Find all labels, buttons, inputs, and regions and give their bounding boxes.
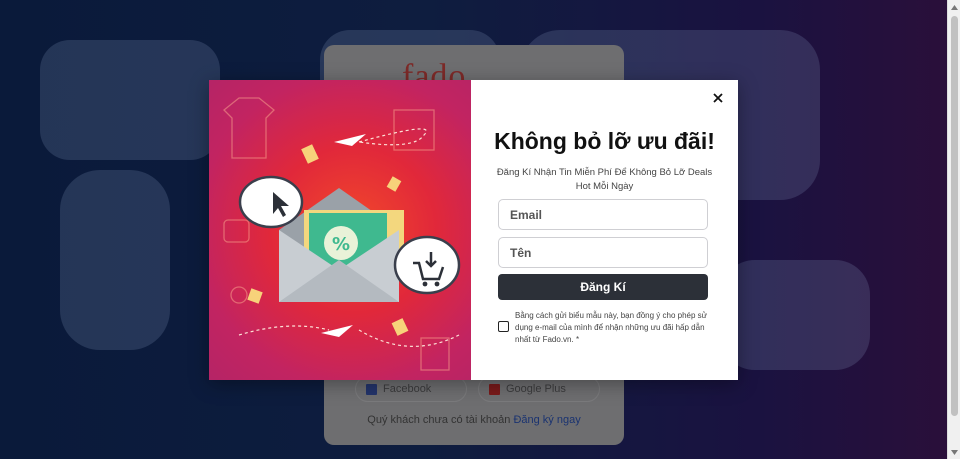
email-field[interactable]	[498, 199, 708, 230]
chevron-down-icon	[951, 449, 958, 455]
modal-subtitle: Đăng Kí Nhận Tin Miễn Phí Để Không Bỏ Lỡ…	[496, 167, 713, 192]
consent-checkbox[interactable]	[498, 321, 509, 332]
scroll-up-button[interactable]	[948, 0, 960, 14]
close-button[interactable]	[710, 90, 726, 106]
consent-text: Bằng cách gửi biểu mẫu này, bạn đồng ý c…	[515, 311, 708, 344]
chevron-up-icon	[951, 4, 958, 10]
envelope-illustration: %	[223, 97, 461, 371]
name-field[interactable]	[498, 237, 708, 268]
scroll-thumb[interactable]	[951, 16, 958, 416]
newsletter-modal: % Không bỏ lỡ ưu đãi! Đăng Kí Nhận Tin M…	[209, 80, 738, 380]
scroll-down-button[interactable]	[948, 445, 960, 459]
close-icon	[713, 93, 723, 103]
modal-title: Không bỏ lỡ ưu đãi!	[494, 128, 715, 154]
subscribe-button[interactable]: Đăng Kí	[498, 274, 708, 300]
percent-symbol: %	[332, 234, 350, 255]
page-scrollbar[interactable]	[947, 0, 960, 459]
promo-illustration: %	[209, 80, 471, 380]
consent-row: Bằng cách gửi biểu mẫu này, bạn đồng ý c…	[498, 310, 710, 346]
newsletter-form-panel: Không bỏ lỡ ưu đãi! Đăng Kí Nhận Tin Miễ…	[471, 80, 738, 380]
